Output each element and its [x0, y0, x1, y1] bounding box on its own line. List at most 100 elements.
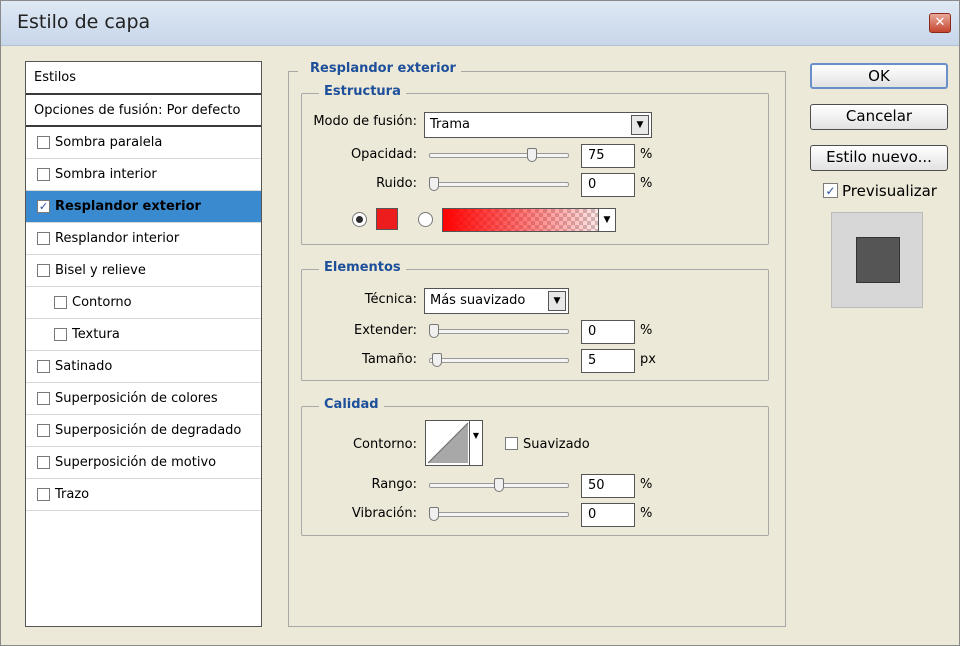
- style-item[interactable]: Superposición de degradado: [26, 415, 261, 447]
- style-checkbox[interactable]: [37, 456, 50, 469]
- size-slider[interactable]: [429, 353, 569, 367]
- size-input[interactable]: 5: [581, 349, 635, 373]
- style-checkbox[interactable]: [37, 488, 50, 501]
- chevron-down-icon[interactable]: ▼: [469, 421, 482, 465]
- style-item[interactable]: Resplandor interior: [26, 223, 261, 255]
- style-item-label: Superposición de colores: [55, 391, 218, 406]
- jitter-input[interactable]: 0: [581, 503, 635, 527]
- solid-color-radio[interactable]: [352, 212, 367, 227]
- preview-checkbox[interactable]: ✓: [823, 183, 838, 198]
- cancel-button[interactable]: Cancelar: [810, 104, 948, 130]
- opacity-slider-thumb[interactable]: [526, 148, 537, 162]
- range-slider-thumb[interactable]: [494, 478, 504, 492]
- noise-slider[interactable]: [429, 177, 569, 191]
- style-item-label: Contorno: [72, 295, 132, 310]
- range-unit: %: [640, 477, 653, 492]
- close-button[interactable]: ✕: [929, 13, 951, 33]
- opacity-label: Opacidad:: [350, 147, 417, 162]
- spread-unit: %: [640, 323, 653, 338]
- quality-title: Calidad: [319, 397, 384, 412]
- gradient-picker[interactable]: ▼: [442, 208, 616, 232]
- style-item[interactable]: Superposición de colores: [26, 383, 261, 415]
- technique-value: Más suavizado: [430, 293, 526, 308]
- ok-button[interactable]: OK: [810, 63, 948, 89]
- gradient-radio[interactable]: [418, 212, 433, 227]
- style-item[interactable]: Superposición de motivo: [26, 447, 261, 479]
- style-item[interactable]: Satinado: [26, 351, 261, 383]
- glow-color-swatch[interactable]: [376, 208, 398, 230]
- style-item-label: Sombra interior: [55, 167, 157, 182]
- style-item[interactable]: Textura: [26, 319, 261, 351]
- chevron-down-icon[interactable]: ▼: [598, 209, 615, 231]
- technique-label: Técnica:: [364, 292, 417, 307]
- style-item[interactable]: Bisel y relieve: [26, 255, 261, 287]
- style-item[interactable]: Contorno: [26, 287, 261, 319]
- chevron-down-icon: ▼: [631, 115, 649, 135]
- opacity-unit: %: [640, 147, 653, 162]
- jitter-slider-thumb[interactable]: [429, 507, 439, 521]
- new-style-button[interactable]: Estilo nuevo...: [810, 145, 948, 171]
- chevron-down-icon: ▼: [548, 291, 566, 311]
- style-item-label: Bisel y relieve: [55, 263, 146, 278]
- style-item[interactable]: Trazo: [26, 479, 261, 511]
- outer-glow-title: Resplandor exterior: [305, 61, 461, 76]
- structure-title: Estructura: [319, 84, 406, 99]
- style-checkbox[interactable]: [54, 328, 67, 341]
- range-input[interactable]: 50: [581, 474, 635, 498]
- spread-slider[interactable]: [429, 324, 569, 338]
- style-item[interactable]: Sombra interior: [26, 159, 261, 191]
- contour-picker[interactable]: ▼: [425, 420, 483, 466]
- jitter-unit: %: [640, 506, 653, 521]
- style-item-label: Superposición de motivo: [55, 455, 217, 470]
- style-item-label: Trazo: [55, 487, 90, 502]
- blend-options-item[interactable]: Opciones de fusión: Por defecto: [26, 95, 261, 127]
- styles-header[interactable]: Estilos: [26, 62, 261, 95]
- layer-style-dialog: Estilo de capa ✕ Estilos Opciones de fus…: [0, 0, 960, 646]
- style-item-label: Satinado: [55, 359, 113, 374]
- style-checkbox[interactable]: [37, 392, 50, 405]
- opacity-input[interactable]: 75: [581, 144, 635, 168]
- style-items-list: Sombra paralela Sombra interior ✓ Resplando…: [26, 127, 261, 511]
- blend-mode-value: Trama: [430, 117, 470, 132]
- technique-select[interactable]: Más suavizado ▼: [424, 288, 569, 314]
- noise-label: Ruido:: [376, 176, 417, 191]
- contour-label: Contorno:: [352, 437, 417, 452]
- style-item-label: Resplandor exterior: [55, 199, 201, 214]
- noise-slider-thumb[interactable]: [429, 177, 439, 191]
- size-slider-thumb[interactable]: [431, 353, 442, 367]
- preview-thumbnail: [831, 212, 923, 308]
- size-label: Tamaño:: [362, 352, 417, 367]
- style-checkbox[interactable]: [37, 424, 50, 437]
- antialias-label: Suavizado: [523, 437, 590, 452]
- range-label: Rango:: [371, 477, 417, 492]
- style-item-label: Superposición de degradado: [55, 423, 242, 438]
- blend-mode-label: Modo de fusión:: [313, 114, 417, 129]
- preview-swatch: [856, 237, 900, 283]
- antialias-checkbox[interactable]: [505, 437, 518, 450]
- jitter-slider[interactable]: [429, 507, 569, 521]
- jitter-label: Vibración:: [351, 506, 417, 521]
- spread-input[interactable]: 0: [581, 320, 635, 344]
- style-checkbox[interactable]: [37, 168, 50, 181]
- dialog-title: Estilo de capa: [17, 11, 151, 33]
- spread-slider-thumb[interactable]: [429, 324, 439, 338]
- style-item-label: Sombra paralela: [55, 135, 163, 150]
- style-checkbox[interactable]: [37, 232, 50, 245]
- style-checkbox[interactable]: [37, 264, 50, 277]
- opacity-slider[interactable]: [429, 148, 569, 162]
- elements-title: Elementos: [319, 260, 406, 275]
- style-checkbox[interactable]: [37, 360, 50, 373]
- style-checkbox[interactable]: [54, 296, 67, 309]
- blend-mode-select[interactable]: Trama ▼: [424, 112, 652, 138]
- style-checkbox[interactable]: ✓: [37, 200, 50, 213]
- panel-top-border-right: [456, 71, 786, 72]
- range-slider[interactable]: [429, 478, 569, 492]
- styles-list-panel: Estilos Opciones de fusión: Por defecto …: [25, 61, 262, 627]
- noise-unit: %: [640, 176, 653, 191]
- spread-label: Extender:: [354, 323, 417, 338]
- title-bar: Estilo de capa ✕: [1, 1, 959, 46]
- style-item[interactable]: ✓ Resplandor exterior: [26, 191, 261, 223]
- noise-input[interactable]: 0: [581, 173, 635, 197]
- style-item[interactable]: Sombra paralela: [26, 127, 261, 159]
- style-checkbox[interactable]: [37, 136, 50, 149]
